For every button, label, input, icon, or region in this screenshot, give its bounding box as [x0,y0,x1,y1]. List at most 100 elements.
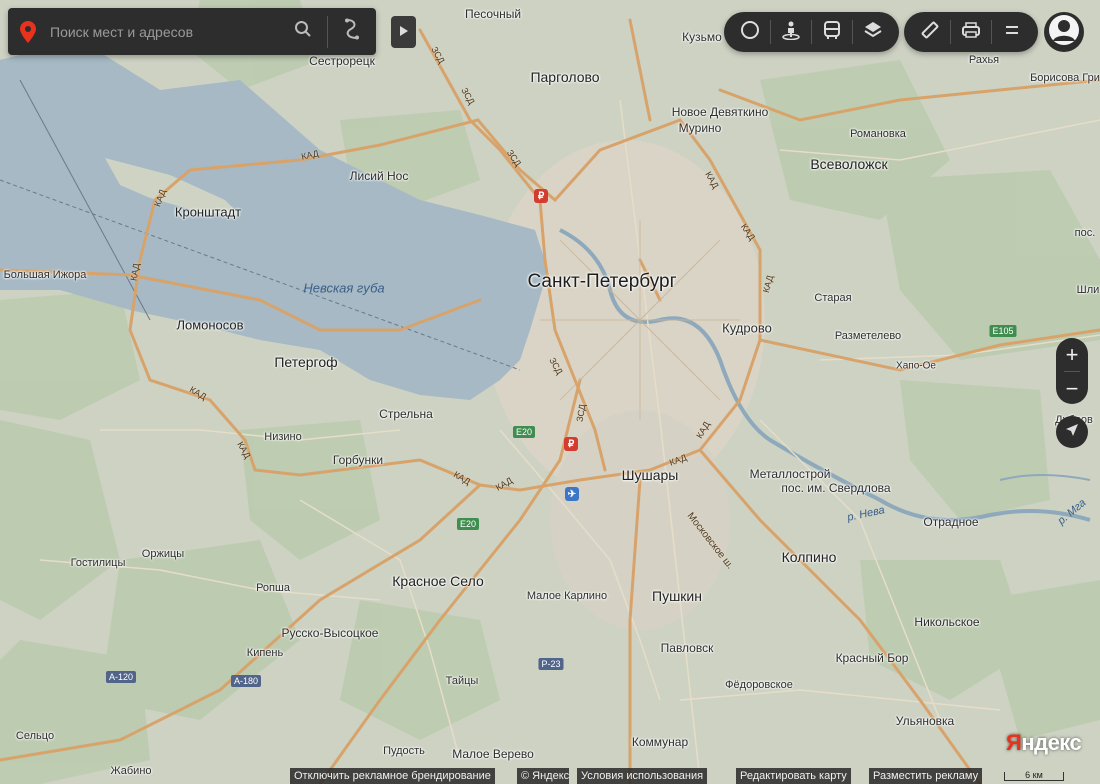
map-label-sestroretsk: Сестрорецк [309,54,375,68]
map-label-strelna: Стрельна [379,407,433,421]
terms-link[interactable]: Условия использования [577,768,708,784]
map-label-borisova-griva: Борисова Гри [1030,72,1100,84]
routes-button[interactable] [328,8,376,55]
yandex-logo-rest: ндекс [1021,730,1082,755]
map-label-shli: Шли [1076,284,1100,296]
panorama-person-icon [781,20,801,45]
zoom-control: + − [1056,338,1088,404]
map-label-ulyanovka: Ульяновка [895,714,955,728]
road-shield-a180: A-180 [230,675,262,687]
map-label-razmetelevo: Разметелево [834,330,902,342]
road-shield-e105: E105 [989,325,1017,337]
airport-icon[interactable]: ✈ [565,487,579,501]
map-label-romanovka: Романовка [850,128,906,140]
map-label-orzhitsy: Оржицы [141,548,185,560]
map-tools-toolbar [904,12,1038,52]
map-label-seltso: Сельцо [15,730,55,742]
map-label-krasnoe-selo: Красное Село [392,573,484,589]
map-label-maloe-verevo: Малое Верево [452,747,534,761]
map-label-shushary: Шушары [621,467,679,483]
map-label-pesochny: Песочный [464,7,522,21]
route-icon [343,18,361,45]
print-button[interactable] [951,12,991,52]
map-label-pushkin: Пушкин [652,588,702,604]
map-label-fedorovskoe: Фёдоровское [725,679,793,691]
map-label-petergof: Петергоф [274,354,338,370]
map-label-pudost: Пудость [383,745,425,757]
menu-icon [1004,23,1020,41]
map-label-kolpino: Колпино [781,549,837,565]
map-label-gorbunki: Горбунки [332,453,384,467]
user-avatar-button[interactable] [1044,12,1084,52]
play-arrow-icon [399,23,408,41]
transit-button[interactable] [812,12,852,52]
map-label-ropsha: Ропша [256,582,290,594]
map-label-saint-petersburg: Санкт-Петербург [527,271,677,292]
location-arrow-icon [1065,423,1079,442]
map-scale: 6 км [1004,766,1064,784]
railway-station-icon[interactable]: ₽ [534,189,548,203]
geolocation-button[interactable] [1056,416,1088,448]
print-icon [961,20,981,45]
advertise-link[interactable]: Разместить рекламу [869,768,983,784]
road-shield-e20-2: E20 [456,518,480,530]
map-label-pargolovo: Парголово [530,69,600,85]
location-pin-icon [8,20,48,43]
map-label-bolshaya-izhora: Большая Ижора [3,269,87,281]
ruler-icon [920,20,940,45]
menu-button[interactable] [992,12,1032,52]
zoom-out-button[interactable]: − [1056,372,1088,405]
map-label-kuzmo: Кузьмо [682,30,722,44]
avatar-icon [1048,14,1080,51]
railway-station-icon[interactable]: ₽ [564,437,578,451]
map-layers-toolbar [724,12,899,52]
road-shield-r23: P-23 [538,658,564,670]
map-label-metallostroy: Металлострой [749,467,831,481]
panorama-button[interactable] [771,12,811,52]
map-label-russko-vysotskoe: Русско-Высоцкое [281,626,379,640]
search-panel [8,8,376,55]
map-label-otradnoe: Отрадное [923,515,979,529]
map-label-kronshtadt: Кронштадт [174,204,242,220]
map-label-gostilitsy: Гостилицы [70,557,126,569]
road-shield-a120: A-120 [105,671,137,683]
ruler-button[interactable] [910,12,950,52]
collapse-panel-button[interactable] [391,16,416,48]
map-label-nizino: Низино [264,431,302,443]
search-icon [294,20,312,43]
map-label-nikolskoe: Никольское [914,615,980,629]
map-label-malye-karlino: Малое Карлино [526,590,608,602]
map-label-lisiy-nos: Лисий Нос [349,169,409,183]
map-label-kipen: Кипень [246,647,284,659]
edit-map-link[interactable]: Редактировать карту [736,768,851,784]
search-button[interactable] [279,8,327,55]
map-label-nevskaya-guba: Невская губа [303,280,385,296]
map-label-pos-sverdlova: пос. им. Свердлова [781,481,891,495]
map-label-pos: пос. [1074,227,1096,239]
layers-button[interactable] [853,12,893,52]
copyright-text: © Яндекс [517,768,570,784]
map-label-taitsy: Тайцы [445,675,479,687]
map-label-krasny-bor: Красный Бор [835,651,909,665]
traffic-circle-icon [740,20,760,45]
transit-bus-icon [822,20,842,45]
map-label-kudrovo: Кудрово [722,320,772,336]
search-input[interactable] [48,22,279,41]
map-label-lomonosov: Ломоносов [176,317,244,333]
map-label-murino: Мурино [678,121,722,135]
disable-branding-link[interactable]: Отключить рекламное брендирование [290,768,495,784]
map-label-novoe-devyatkino: Новое Девяткино [671,105,769,119]
layers-icon [863,20,883,45]
zoom-in-button[interactable]: + [1056,338,1088,371]
map-label-staraya: Старая [814,292,852,304]
scale-label: 6 км [1025,770,1043,780]
traffic-button[interactable] [730,12,770,52]
yandex-logo[interactable]: Яндекс [1006,730,1082,756]
map-label-khapo-oe: Хапо-Ое [896,360,936,372]
yandex-logo-first-letter: Я [1006,730,1022,755]
map-label-pavlovsk: Павловск [660,641,714,655]
map-label-vsevolozhsk: Всеволожск [810,156,888,172]
map-label-zhabino: Жабино [110,765,152,777]
map-label-kommunar: Коммунар [631,735,689,749]
map-label-rakhya: Рахья [968,54,1000,66]
